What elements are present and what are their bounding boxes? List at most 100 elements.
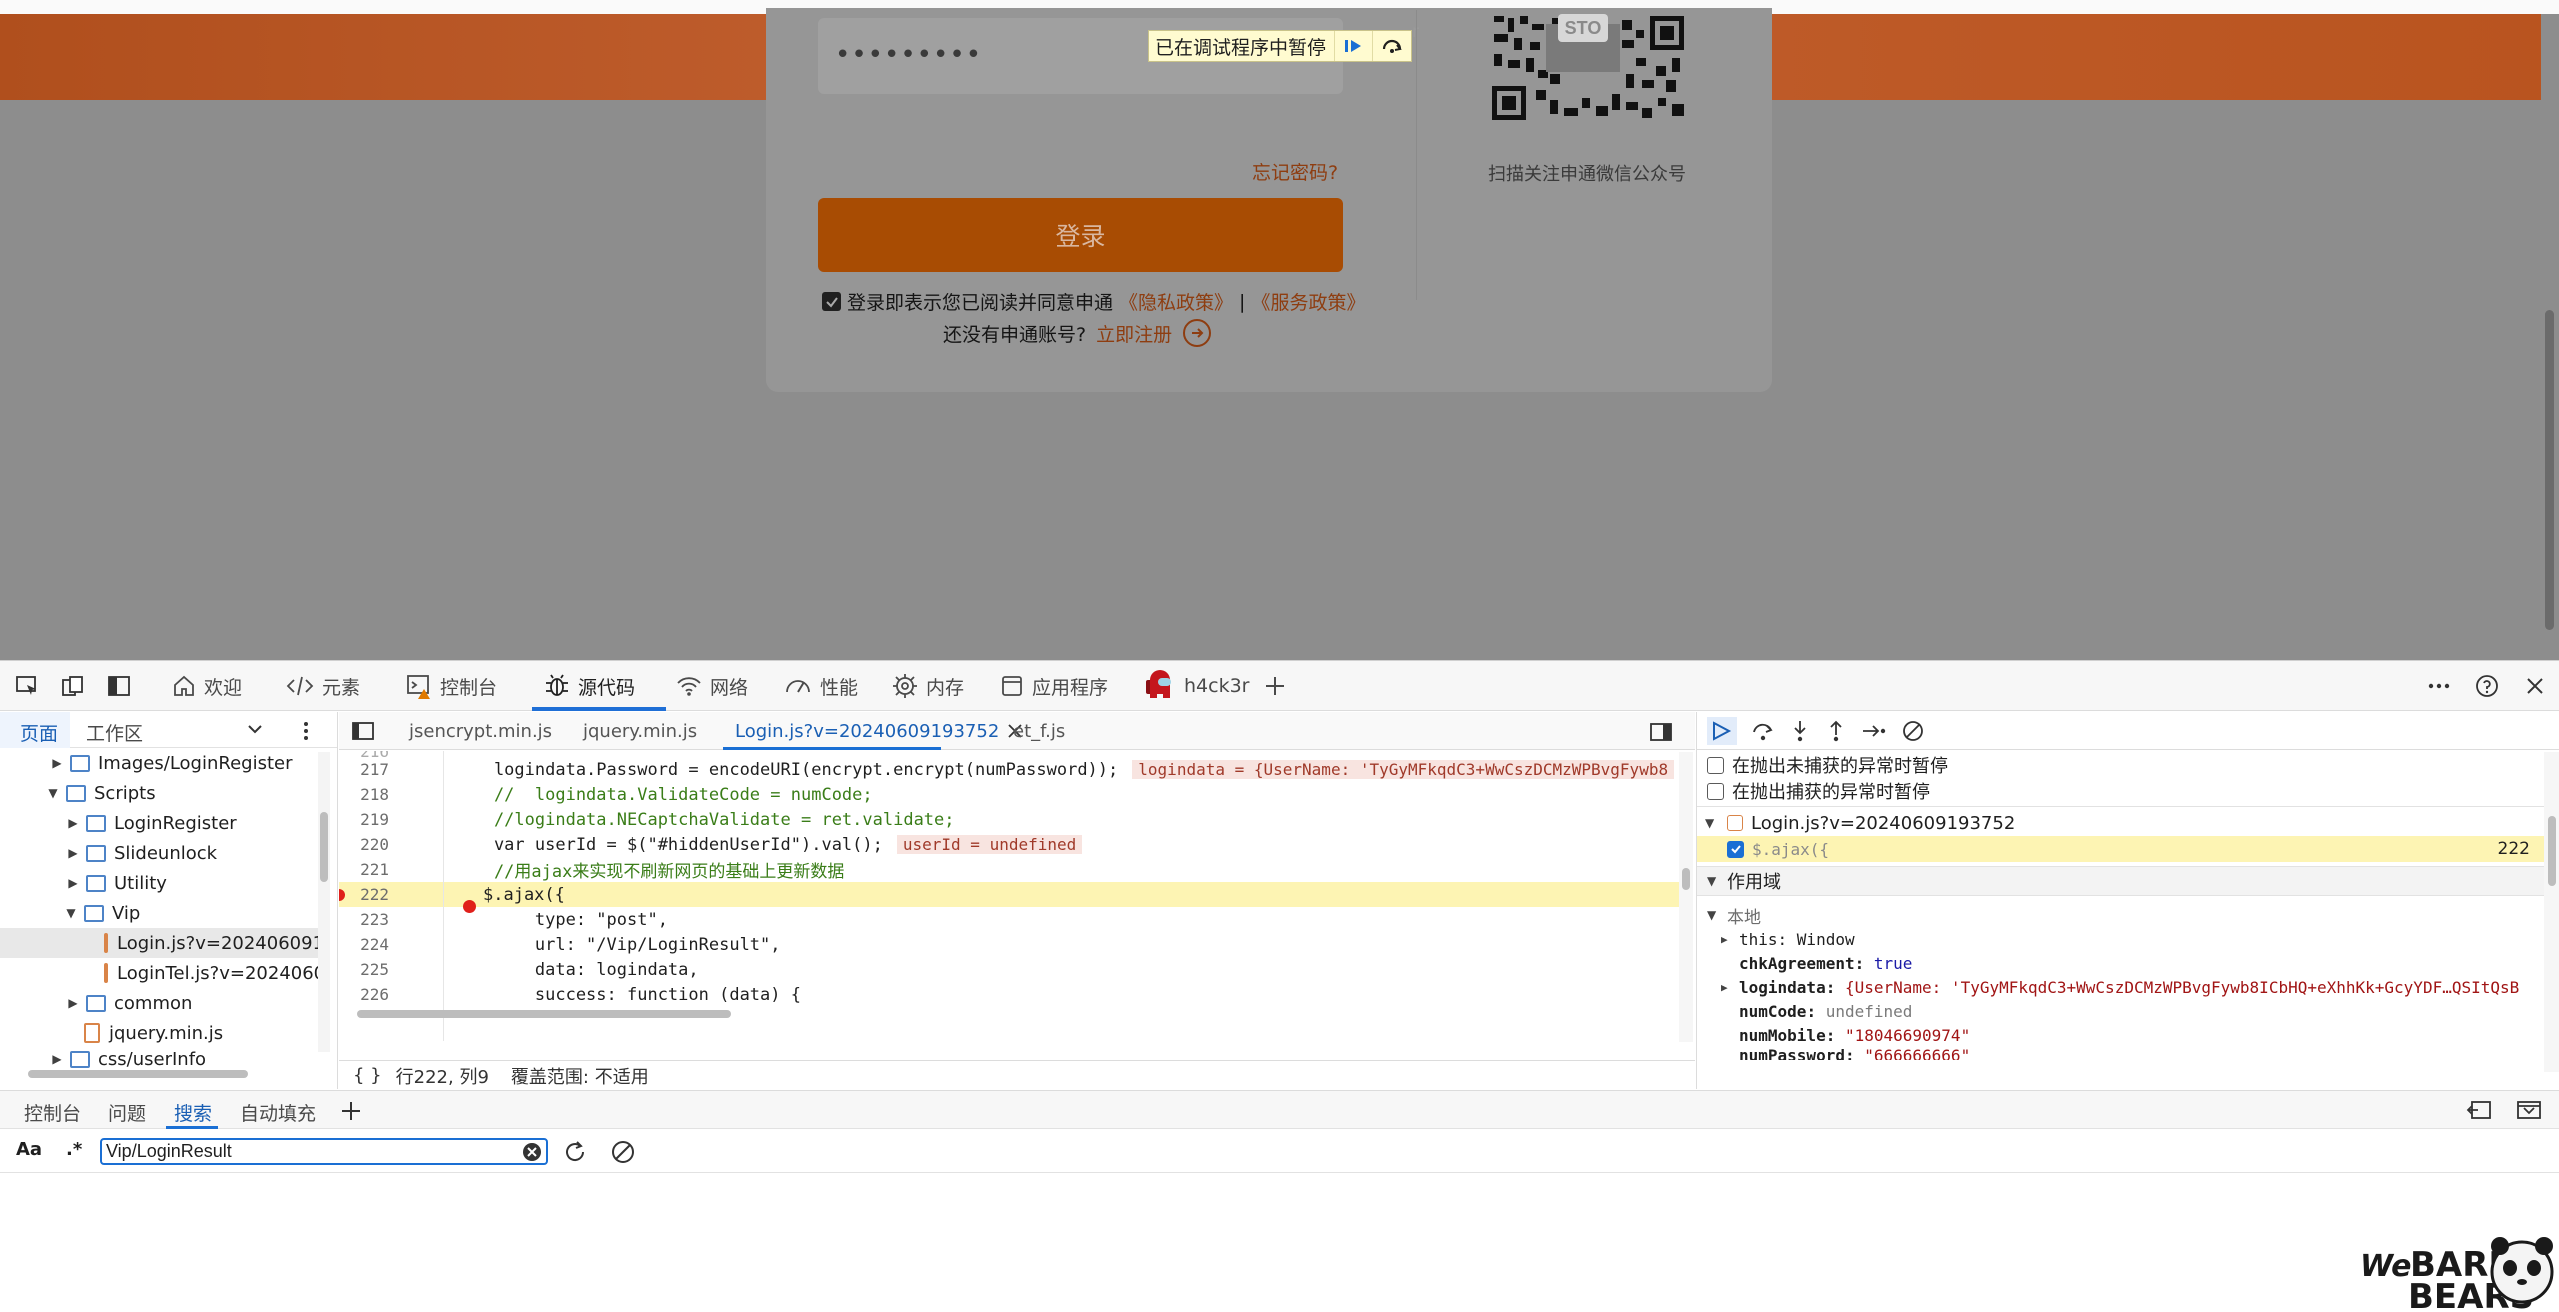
drawer-tab-autofill[interactable]: 自动填充 [240,1099,316,1126]
wifi-icon [677,677,701,696]
code-line[interactable]: 220 var userId = $("#hiddenUserId").val(… [339,832,1679,857]
tree-file[interactable]: LoginTel.js?v=20240609193752 [0,958,318,988]
tree-folder[interactable]: ▶ Slideunlock [0,838,318,868]
pause-caught-option[interactable]: 在抛出捕获的异常时暂停 [1697,778,2544,804]
breakpoint-item[interactable]: $.ajax({ 222 [1697,836,2544,862]
step-over-icon[interactable] [1372,31,1410,61]
tree-folder[interactable]: ▶ Images/LoginRegister [0,748,318,778]
add-tab-icon[interactable] [1260,671,1290,701]
pretty-print-button[interactable]: { } [353,1065,382,1086]
tab-console[interactable]: 控制台 [406,661,497,711]
code-line[interactable]: 223 type: "post", [339,907,1679,932]
code-line[interactable]: 224 url: "/Vip/LoginResult", [339,932,1679,957]
file-tab[interactable]: et_f.js [1013,712,1065,750]
file-tab[interactable]: jquery.min.js [583,712,697,750]
tab-sources[interactable]: 源代码 [544,661,635,711]
scope-var[interactable]: chkAgreement: true [1697,950,2544,976]
more-options-icon[interactable] [2424,671,2454,701]
debugger-scrollbar[interactable] [2544,752,2559,1072]
file-tab-active[interactable]: Login.js?v=20240609193752 [735,712,1023,750]
privacy-policy-link[interactable]: 《隐私政策》 [1119,288,1233,315]
close-devtools-icon[interactable] [2520,671,2550,701]
file-tab[interactable]: jsencrypt.min.js [409,712,552,750]
agreement-text: 登录即表示您已阅读并同意申通 [847,292,1114,314]
drawer-tab-console[interactable]: 控制台 [24,1099,81,1126]
tab-application[interactable]: 应用程序 [1000,661,1108,711]
tab-welcome[interactable]: 欢迎 [172,661,242,711]
tree-folder[interactable]: ▼ Scripts [0,778,318,808]
scope-var[interactable]: numCode: undefined [1697,998,2544,1024]
tab-elements[interactable]: 元素 [286,661,360,711]
regex-toggle[interactable]: .* [66,1139,82,1160]
refresh-icon[interactable] [562,1139,588,1165]
drawer-tab-search[interactable]: 搜索 [174,1099,212,1126]
step-out-icon[interactable] [1825,719,1847,743]
tab-performance[interactable]: 性能 [784,661,858,711]
code-area[interactable]: 216 217 logindata.Password = encodeURI(e… [339,751,1679,1041]
code-line[interactable]: 225 data: logindata, [339,957,1679,982]
step-icon[interactable] [1861,720,1887,742]
navigator-scrollbar[interactable] [318,752,330,1052]
scope-var[interactable]: ▶ this: Window [1697,926,2544,952]
editor-vscroll[interactable] [1679,752,1693,1042]
chevron-down-icon[interactable] [246,722,264,736]
match-case-toggle[interactable]: Aa [16,1139,42,1160]
dock-panel-icon[interactable] [104,671,134,701]
code-line[interactable]: 226 success: function (data) { [339,982,1679,1007]
dock-drawer-icon[interactable] [2466,1100,2492,1120]
navigator-hscroll[interactable] [10,1068,310,1080]
inspect-element-icon[interactable] [12,671,42,701]
scope-var[interactable]: numPassword: "666666666" [1697,1046,2544,1060]
forgot-password-link[interactable]: 忘记密码? [1252,158,1338,185]
pause-uncaught-option[interactable]: 在抛出未捕获的异常时暂停 [1697,752,2544,778]
navigator-menu-icon[interactable] [302,721,310,741]
tree-folder[interactable]: ▶ Utility [0,868,318,898]
arrow-right-circle-icon[interactable] [1182,318,1212,348]
tree-folder[interactable]: ▼ Vip [0,898,318,928]
scope-var[interactable]: ▶ logindata: {UserName: 'TyGyMFkqdC3+WwC… [1697,974,2544,1000]
search-input[interactable] [100,1138,548,1165]
clear-search-icon[interactable] [522,1142,542,1162]
debugger-sidebar: 在抛出未捕获的异常时暂停 在抛出捕获的异常时暂停 ▼ Login.js?v=20… [1696,712,2559,1089]
toggle-navigator-icon[interactable] [351,721,375,741]
tree-folder[interactable]: ▶ css/userInfo [0,1048,318,1070]
code-line[interactable]: 221 //用ajax来实现不刷新网页的基础上更新数据 [339,857,1679,882]
deactivate-breakpoints-icon[interactable] [1901,719,1925,743]
agreement-checkbox[interactable] [822,292,841,311]
device-emulation-icon[interactable] [58,671,88,701]
editor-hscroll[interactable] [353,1007,1663,1021]
tree-folder[interactable]: ▶ common [0,988,318,1018]
console-icon [407,675,430,699]
register-link[interactable]: 立即注册 [1096,320,1172,347]
tab-h4ck3r[interactable]: h4ck3r [1144,661,1249,711]
scope-section-header[interactable]: ▼ 作用域 [1697,866,2544,896]
help-icon[interactable] [2472,671,2502,701]
toggle-debugger-icon[interactable] [1649,722,1673,742]
clear-results-icon[interactable] [610,1139,636,1165]
breakpoint-file[interactable]: ▼ Login.js?v=20240609193752 [1697,810,2544,836]
tab-network[interactable]: 网络 [676,661,748,711]
code-line[interactable]: 219 //logindata.NECaptchaValidate = ret.… [339,807,1679,832]
tree-folder[interactable]: ▶ LoginRegister [0,808,318,838]
local-scope-header[interactable]: ▼ 本地 [1697,902,2544,928]
tree-file-selected[interactable]: Login.js?v=20240609193752 [0,928,318,958]
scope-var[interactable]: numMobile: "18046690974" [1697,1022,2544,1048]
no-account-text: 还没有申通账号? [943,323,1087,346]
add-drawer-tab-icon[interactable] [340,1100,362,1122]
login-button[interactable]: 登录 [818,198,1343,272]
resume-icon[interactable] [1707,716,1737,745]
tab-workspace[interactable]: 工作区 [86,719,143,746]
close-drawer-icon[interactable] [2516,1100,2542,1120]
tab-pages[interactable]: 页面 [20,719,58,746]
code-line-paused[interactable]: 222 $.ajax({ [339,882,1679,913]
tab-memory[interactable]: 内存 [892,661,964,711]
page-scrollbar-thumb[interactable] [2545,310,2554,630]
resume-icon[interactable] [1334,31,1372,61]
service-policy-link[interactable]: 《服务政策》 [1251,288,1365,315]
code-line[interactable]: 218 // logindata.ValidateCode = numCode; [339,782,1679,807]
code-line[interactable]: 217 logindata.Password = encodeURI(encry… [339,757,1679,782]
step-over-icon[interactable] [1751,720,1775,742]
tree-file[interactable]: jquery.min.js [0,1018,318,1048]
step-into-icon[interactable] [1789,719,1811,743]
drawer-tab-issues[interactable]: 问题 [108,1099,146,1126]
